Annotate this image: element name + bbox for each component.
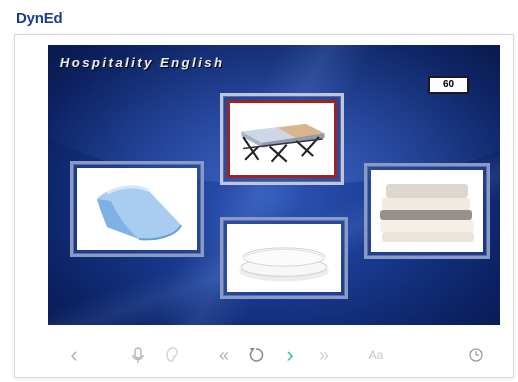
double-chevron-right-icon: » (318, 345, 329, 365)
blanket-icon (97, 185, 182, 241)
pillows-icon (239, 247, 329, 282)
card-pillows[interactable] (220, 217, 348, 299)
ear-icon (166, 347, 178, 363)
dyned-logo: DynEd´ (16, 10, 65, 27)
lesson-stage: Hospitality English 60 (48, 45, 500, 325)
folded-sheets-icon (380, 184, 474, 242)
fast-forward-button[interactable]: » (314, 340, 334, 370)
text-toggle-label: Aa (368, 348, 384, 362)
card-blanket[interactable] (70, 161, 204, 257)
card-sheets[interactable] (364, 163, 490, 259)
microphone-icon (132, 347, 144, 363)
next-button[interactable]: › (280, 340, 300, 370)
folded-sheets-image (371, 170, 483, 252)
double-chevron-left-icon: « (218, 345, 229, 365)
logo-text: DynEd (16, 10, 63, 27)
player-controls: ‹ « › » Aa (48, 340, 500, 370)
pillows-image (227, 224, 341, 292)
card-rollaway-bed[interactable] (220, 93, 344, 185)
record-button[interactable] (128, 340, 148, 370)
chevron-left-icon: ‹ (70, 342, 78, 367)
repeat-icon (249, 348, 264, 362)
timer-button[interactable] (466, 340, 486, 370)
logo-mark: ´ (62, 12, 65, 19)
lesson-title: Hospitality English (60, 55, 225, 70)
text-toggle-button[interactable]: Aa (364, 340, 388, 370)
countdown-timer: 60 (428, 76, 469, 94)
rollaway-bed-icon (241, 123, 325, 163)
blanket-image (77, 168, 197, 250)
repeat-button[interactable] (246, 340, 266, 370)
chevron-right-icon: › (286, 342, 294, 367)
playback-recording-button[interactable] (162, 340, 182, 370)
clock-icon (469, 348, 483, 362)
rewind-button[interactable]: « (214, 340, 234, 370)
rollaway-bed-image (227, 100, 337, 178)
back-button[interactable]: ‹ (64, 340, 84, 370)
